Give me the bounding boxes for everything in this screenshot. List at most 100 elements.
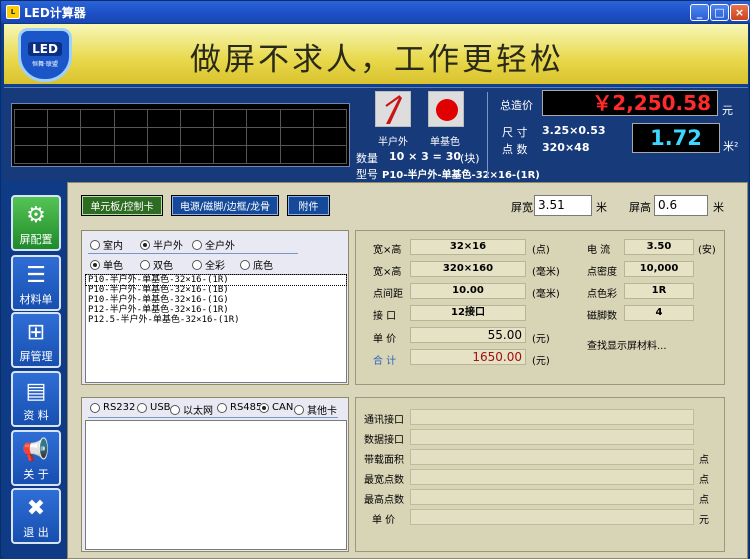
ctrl-rs485-radio[interactable]: RS485 xyxy=(217,402,262,413)
list-item[interactable]: P10-半户外-单基色-32×16-(1R) xyxy=(85,274,347,286)
color-full-radio[interactable]: 全彩 xyxy=(192,257,225,272)
screen-width-unit: 米 xyxy=(596,201,607,214)
sidebar-item-label: 材料单 xyxy=(19,293,53,306)
controller-panel: RS232 USB 以太网 RS485 CAN 其他卡 xyxy=(81,397,349,552)
magnet-value: 4 xyxy=(624,305,694,321)
ctrl-price-field[interactable] xyxy=(410,509,694,525)
minimize-button[interactable]: _ xyxy=(690,4,709,21)
density-value: 10,000 xyxy=(624,261,694,277)
model-label: 型号 xyxy=(356,168,378,181)
params-panel: 宽×高 32×16 (点) 宽×高 320×160 (毫米) 点间距 10.00… xyxy=(355,230,725,385)
ctrl-ethernet-radio[interactable]: 以太网 xyxy=(170,402,213,417)
sidebar-item-label: 退 出 xyxy=(23,526,49,539)
magnet-label: 磁脚数 xyxy=(587,311,617,322)
sidebar-item-about[interactable]: 📢 关 于 xyxy=(11,430,61,486)
wh-label: 宽×高 xyxy=(373,245,402,256)
ctrl-rs232-radio[interactable]: RS232 xyxy=(90,402,135,413)
logo-subtext: 恒舞·联盟 xyxy=(32,61,58,68)
screen-height-label: 屏高 xyxy=(629,201,651,214)
ctrl-other-radio[interactable]: 其他卡 xyxy=(294,402,337,417)
ctrl-can-radio[interactable]: CAN xyxy=(259,402,293,413)
data-port-label: 数据接口 xyxy=(364,435,404,446)
info-bar: 半户外 单基色 数量 10 × 3 = 30 (块) 型号 P10-半户外-单基… xyxy=(4,87,748,181)
sidebar-item-label: 资 料 xyxy=(23,409,49,422)
screen-width-input[interactable]: 3.51 xyxy=(534,195,592,216)
megaphone-icon: 📢 xyxy=(22,437,50,463)
size-value: 3.25×0.53 xyxy=(542,124,606,137)
unit-board-panel: 室内 半户外 全户外 单色 双色 全彩 底色 P10-半户外-单基色-32×16… xyxy=(81,230,349,385)
ctrl-usb-radio[interactable]: USB xyxy=(137,402,171,413)
max-width-label: 最宽点数 xyxy=(364,475,404,486)
total-cost-unit: 元 xyxy=(722,104,733,117)
max-height-field xyxy=(410,489,694,505)
screen-width-label: 屏宽 xyxy=(511,201,533,214)
tab-accessories[interactable]: 附件 xyxy=(287,195,330,216)
sidebar-item-screen-manage[interactable]: ⊞ 屏管理 xyxy=(11,312,61,368)
close-button[interactable]: × xyxy=(730,4,749,21)
sidebar-item-info[interactable]: ▤ 资 料 xyxy=(11,371,61,427)
max-width-unit: 点 xyxy=(699,475,709,486)
wh2-value: 320×160 xyxy=(410,261,526,277)
price-value[interactable]: 55.00 xyxy=(410,327,526,343)
qty-label: 数量 xyxy=(356,152,378,165)
list-item[interactable]: P10-半户外-单基色-32×16-(1B) xyxy=(86,285,346,295)
sum-label: 合 计 xyxy=(373,356,397,367)
tab-power-frame[interactable]: 电源/磁脚/边框/龙骨 xyxy=(171,195,279,216)
controller-list[interactable] xyxy=(85,420,347,550)
app-icon: L xyxy=(6,5,20,19)
wh-unit: (点) xyxy=(532,245,550,256)
list-item[interactable]: P12.5-半户外-单基色-32×16-(1R) xyxy=(86,315,346,325)
color-bottom-radio[interactable]: 底色 xyxy=(240,257,273,272)
env-semi-outdoor-radio[interactable]: 半户外 xyxy=(140,237,183,252)
dotcolor-label: 点色彩 xyxy=(587,289,617,300)
max-height-unit: 点 xyxy=(699,495,709,506)
current-value: 3.50 xyxy=(624,239,694,255)
sidebar-item-material-list[interactable]: ☰ 材料单 xyxy=(11,255,61,311)
size-label: 尺 寸 xyxy=(502,126,528,139)
sidebar: ⚙ 屏配置 ☰ 材料单 ⊞ 屏管理 ▤ 资 料 📢 关 于 ✖ 退 出 xyxy=(4,182,66,559)
max-height-label: 最高点数 xyxy=(364,495,404,506)
load-area-unit: 点 xyxy=(699,455,709,466)
controller-params-panel: 通讯接口 数据接口 带载面积 点 最宽点数 点 最高点数 点 单 价 元 xyxy=(355,397,725,552)
qty-value: 10 × 3 = 30 xyxy=(389,150,462,163)
env-indoor-radio[interactable]: 室内 xyxy=(90,237,123,252)
price-unit: (元) xyxy=(532,334,550,345)
maximize-button[interactable]: □ xyxy=(710,4,729,21)
list-item[interactable]: P12-半户外-单基色-32×16-(1R) xyxy=(86,305,346,315)
type2-label: 单基色 xyxy=(430,137,460,148)
pitch-unit: (毫米) xyxy=(532,289,560,300)
data-port-field xyxy=(410,429,694,445)
title-bar[interactable]: L LED计算器 _ □ × xyxy=(1,1,750,23)
model-list[interactable]: P10-半户外-单基色-32×16-(1R) P10-半户外-单基色-32×16… xyxy=(85,274,347,383)
list-item[interactable]: P10-半户外-单基色-32×16-(1G) xyxy=(86,295,346,305)
comm-port-label: 通讯接口 xyxy=(364,415,404,426)
gear-icon: ⚙ xyxy=(26,202,46,228)
tab-unit-board[interactable]: 单元板/控制卡 xyxy=(81,195,163,216)
sidebar-item-screen-config[interactable]: ⚙ 屏配置 xyxy=(11,195,61,251)
pitch-value: 10.00 xyxy=(410,283,526,299)
semi-outdoor-icon[interactable] xyxy=(375,91,411,127)
wh2-unit: (毫米) xyxy=(532,267,560,278)
port-value: 12接口 xyxy=(410,305,526,321)
comm-port-field xyxy=(410,409,694,425)
dotcolor-value: 1R xyxy=(624,283,694,299)
slogan: 做屏不求人，工作更轻松 xyxy=(190,42,564,78)
sidebar-item-label: 关 于 xyxy=(23,468,49,481)
led-grid xyxy=(14,109,347,164)
model-value: P10-半户外-单基色-32×16-(1R) xyxy=(382,170,540,181)
ctrl-price-unit: 元 xyxy=(699,515,709,526)
main-content: 单元板/控制卡 电源/磁脚/边框/龙骨 附件 屏宽 3.51 米 屏高 0.6 … xyxy=(67,182,748,559)
screen-height-input[interactable]: 0.6 xyxy=(654,195,708,216)
sidebar-item-exit[interactable]: ✖ 退 出 xyxy=(11,488,61,544)
network-icon: ⊞ xyxy=(26,319,46,345)
area-unit: 米² xyxy=(723,140,739,153)
color-dual-radio[interactable]: 双色 xyxy=(140,257,173,272)
mono-color-icon[interactable] xyxy=(428,91,464,127)
type1-label: 半户外 xyxy=(378,137,408,148)
max-width-field xyxy=(410,469,694,485)
env-outdoor-radio[interactable]: 全户外 xyxy=(192,237,235,252)
find-materials-link[interactable]: 查找显示屏材料... xyxy=(587,337,667,352)
ctrl-price-label: 单 价 xyxy=(372,515,396,526)
wh-value: 32×16 xyxy=(410,239,526,255)
color-mono-radio[interactable]: 单色 xyxy=(90,257,123,272)
